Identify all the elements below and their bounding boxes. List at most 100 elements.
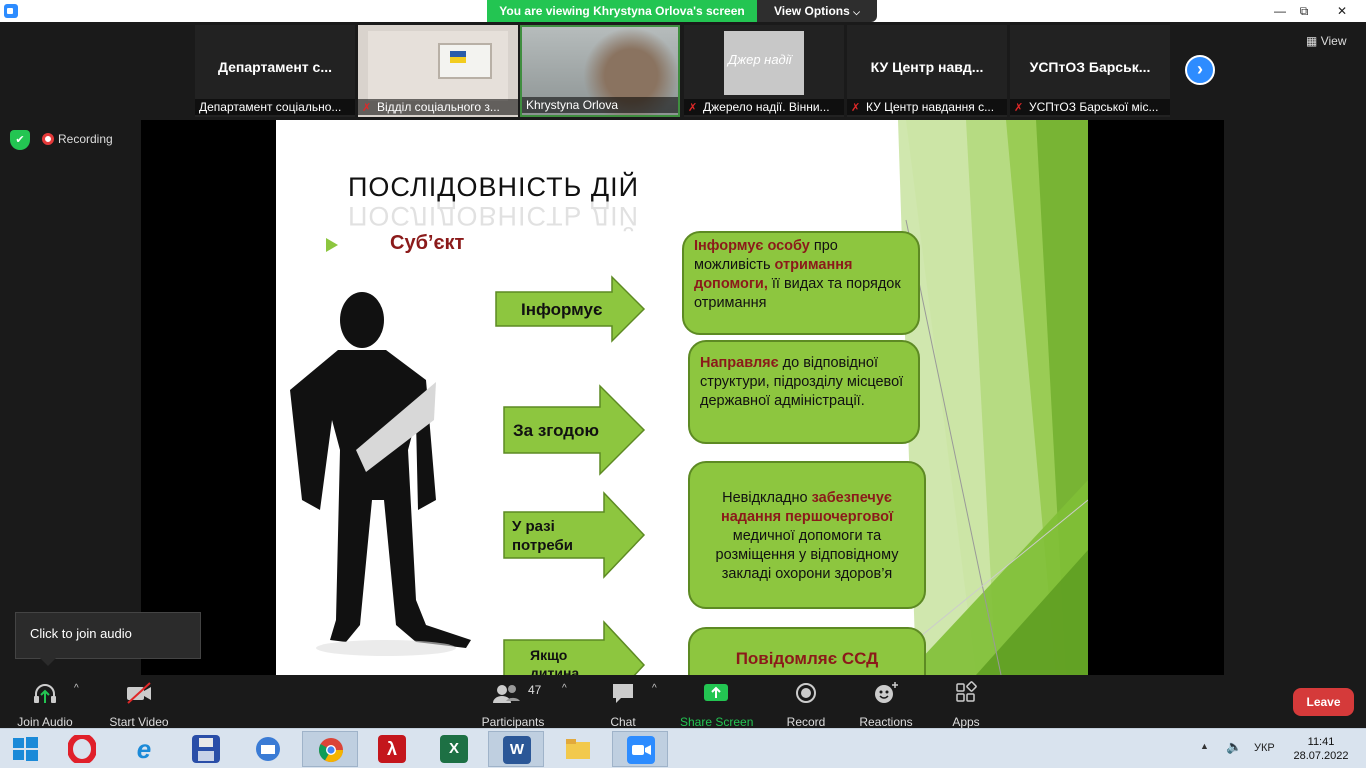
participant-tile[interactable]: Джер надії ✗ Джерело надії. Вінни...: [684, 25, 844, 117]
logo-text: Джер надії: [728, 52, 792, 67]
participant-label: ✗ КУ Центр навдання с...: [847, 99, 1007, 115]
internet-explorer-icon: e: [136, 734, 152, 764]
participant-tile-active-speaker[interactable]: Khrystyna Orlova: [520, 25, 680, 117]
taskbar-zoom[interactable]: [612, 731, 668, 767]
folder-icon: [564, 735, 592, 763]
slide-title-reflection: ПОСЛІДОВНІСТЬ ДІЙ: [348, 201, 640, 231]
apps-button[interactable]: Apps: [946, 681, 986, 729]
taskbar-save-app[interactable]: [178, 731, 234, 767]
system-clock[interactable]: 11:41 28.07.2022: [1292, 735, 1350, 763]
grid-icon: ▦: [1306, 34, 1318, 48]
chat-label: Chat: [610, 715, 636, 729]
participant-label: ✗ УСПтОЗ Барської міс...: [1010, 99, 1170, 115]
info-box: Невідкладно забезпечує надання першочерг…: [688, 461, 926, 609]
recording-dot-icon: [42, 133, 54, 145]
arrow-label: Інформує: [521, 300, 603, 319]
smiley-icon: [875, 682, 898, 703]
box-text-emphasis: Інформує особу: [694, 238, 810, 254]
mic-off-icon: ✗: [688, 102, 698, 114]
video-off-icon: [127, 682, 151, 704]
box-text-emphasis: Направляє: [700, 355, 779, 371]
view-button[interactable]: ▦ View: [1306, 34, 1346, 48]
recording-indicator[interactable]: Recording: [42, 130, 113, 148]
slide-title: ПОСЛІДОВНІСТЬ ДІЙ: [348, 172, 640, 202]
info-box: Повідомляє ССД: [688, 627, 926, 675]
slide-subject: Суб’єкт: [390, 232, 465, 254]
apps-label: Apps: [952, 715, 980, 729]
clock-date: 28.07.2022: [1293, 750, 1349, 762]
participant-count: 47: [528, 683, 542, 697]
box-text: медичної допомоги та розміщення у відпов…: [715, 528, 899, 582]
start-button[interactable]: [0, 731, 50, 767]
audio-options-caret[interactable]: ^: [74, 683, 79, 694]
taskbar-opera[interactable]: [54, 731, 110, 767]
zoom-app-icon: [4, 4, 18, 18]
window-title-bar: You are viewing Khrystyna Orlova's scree…: [0, 0, 1366, 22]
start-video-button[interactable]: Start Video: [106, 681, 172, 729]
share-screen-label: Share Screen: [680, 715, 754, 729]
arrow-label: У разі потреби: [512, 518, 573, 554]
word-icon: W: [503, 736, 531, 764]
chat-button[interactable]: Chat: [602, 681, 644, 729]
view-options-button[interactable]: View Options ⌵: [757, 0, 877, 22]
mic-off-icon: ✗: [1014, 102, 1024, 114]
share-screen-icon: [704, 684, 728, 701]
arrow-label: Якщо дитина: [530, 647, 580, 675]
participant-tile[interactable]: Департамент с... Департамент соціально..…: [195, 25, 355, 117]
participant-label: ✗ Відділ соціального з...: [358, 99, 518, 115]
maximize-button[interactable]: ⧉: [1290, 0, 1318, 22]
participant-label: Khrystyna Orlova: [522, 97, 678, 113]
join-audio-button[interactable]: Join Audio: [14, 681, 76, 729]
tray-expand-icon[interactable]: ▲: [1200, 741, 1209, 751]
participant-tile[interactable]: КУ Центр навд... ✗ КУ Центр навдання с...: [847, 25, 1007, 117]
save-disk-icon: [192, 735, 220, 763]
taskbar-excel[interactable]: X: [426, 731, 482, 767]
meeting-toolbar: Join Audio ^ Start Video 47 Participants…: [0, 675, 1366, 729]
participant-name-large: Департамент с...: [218, 59, 332, 75]
taskbar-word[interactable]: W: [488, 731, 544, 767]
join-audio-tooltip: Click to join audio: [15, 612, 201, 666]
participants-options-caret[interactable]: ^: [562, 683, 567, 694]
taskbar-acrobat[interactable]: λ: [364, 731, 420, 767]
clock-time: 11:41: [1307, 736, 1335, 748]
next-page-arrow-icon[interactable]: ›: [1185, 55, 1215, 85]
participant-tile[interactable]: УСПтОЗ Барськ... ✗ УСПтОЗ Барської міс...: [1010, 25, 1170, 117]
box-text: Невідкладно: [722, 490, 812, 506]
taskbar-mail[interactable]: [240, 731, 296, 767]
participant-label: Департамент соціально...: [195, 99, 355, 115]
bullet-triangle-icon: [326, 238, 338, 252]
mic-off-icon: ✗: [851, 102, 861, 114]
close-button[interactable]: ✕: [1320, 0, 1364, 22]
volume-icon[interactable]: 🔈: [1226, 739, 1242, 755]
encryption-shield-icon[interactable]: ✔: [10, 130, 30, 150]
opera-icon: [67, 733, 97, 765]
arrow-shapes: [495, 275, 646, 675]
participants-button[interactable]: 47 Participants: [480, 681, 546, 729]
mail-client-icon: [254, 735, 282, 763]
participant-name-large: УСПтОЗ Барськ...: [1029, 59, 1151, 75]
info-box: Інформує особу про можливість отримання …: [682, 231, 920, 335]
record-icon: [796, 683, 816, 703]
info-box: Направляє до відповідної структури, підр…: [688, 340, 920, 444]
record-button[interactable]: Record: [784, 681, 828, 729]
keyboard-language[interactable]: УКР: [1254, 742, 1275, 754]
chat-options-caret[interactable]: ^: [652, 683, 657, 694]
acrobat-icon: λ: [378, 735, 406, 763]
participant-label: ✗ Джерело надії. Вінни...: [684, 99, 844, 115]
share-screen-button[interactable]: Share Screen: [680, 681, 754, 729]
leave-button[interactable]: Leave: [1293, 688, 1354, 716]
reactions-label: Reactions: [859, 715, 913, 729]
view-options-label: View Options: [774, 4, 850, 18]
reactions-button[interactable]: Reactions: [858, 681, 914, 729]
taskbar-chrome[interactable]: [302, 731, 358, 767]
taskbar-file-explorer[interactable]: [550, 731, 606, 767]
businessman-silhouette: [290, 292, 471, 648]
participant-tile[interactable]: ✗ Відділ соціального з...: [358, 25, 518, 117]
participant-name-large: КУ Центр навд...: [870, 59, 984, 75]
taskbar-internet-explorer[interactable]: e: [116, 731, 172, 767]
viewing-banner: You are viewing Khrystyna Orlova's scree…: [487, 0, 757, 22]
start-video-label: Start Video: [109, 715, 169, 729]
flag-icon: [450, 51, 466, 63]
view-label: View: [1320, 34, 1347, 48]
participants-label: Participants: [481, 715, 545, 729]
